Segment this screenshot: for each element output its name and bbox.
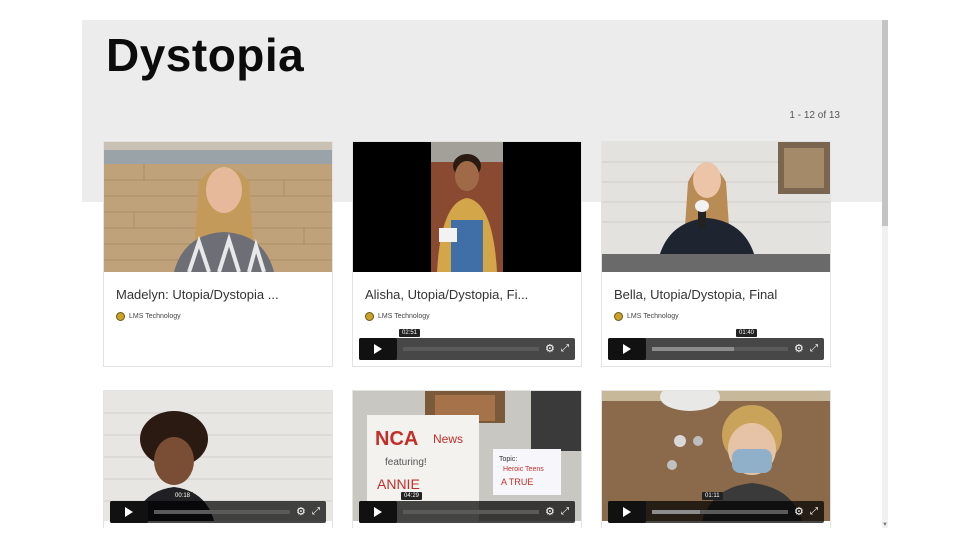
progress-bar[interactable] [403,510,539,514]
sign-right: Topic: Heroic Teens A TRUE [493,449,561,495]
pagination-count: 1 - 12 of 13 [789,110,840,121]
video-author[interactable]: LMS Technology [365,312,430,321]
video-duration: 02:51 [399,329,421,337]
play-icon [374,344,382,354]
play-icon [374,507,382,517]
play-button[interactable] [359,501,397,523]
progress-fill [652,510,700,514]
scroll-down-arrow-icon[interactable]: ▼ [882,522,888,528]
vertical-scrollbar[interactable] [882,20,888,528]
page-container: Dystopia 1 - 12 of 13 Madelyn: Utopia/Dy… [82,20,882,528]
progress-bar[interactable] [154,510,290,514]
author-avatar-icon [116,312,125,321]
video-title[interactable]: Bella, Utopia/Dystopia, Final [614,287,819,302]
expand-icon[interactable]: ⤢ [810,342,818,356]
play-button[interactable] [110,501,148,523]
video-author[interactable]: LMS Technology [614,312,679,321]
author-avatar-icon [365,312,374,321]
video-duration: 01:40 [736,329,758,337]
video-duration: 04:29 [401,492,423,500]
play-icon [623,507,631,517]
svg-text:News: News [433,432,463,446]
svg-text:NCA: NCA [375,428,418,450]
svg-text:Topic:: Topic: [499,456,517,463]
video-card-5[interactable]: NCA News featuring! ANNIE Topic: Heroic … [352,390,582,528]
video-player-controls: 04:29 ⚙ ⤢ [359,492,575,523]
play-icon [125,507,133,517]
expand-icon[interactable]: ⤢ [561,505,569,519]
progress-bar[interactable] [403,347,539,351]
gear-icon[interactable]: ⚙ [545,342,555,356]
video-card-1[interactable]: Madelyn: Utopia/Dystopia ... LMS Technol… [103,141,333,367]
progress-bar[interactable] [652,347,788,351]
video-player-controls: 00:18 ⚙ ⤢ [110,492,326,523]
expand-icon[interactable]: ⤢ [561,342,569,356]
svg-text:Heroic Teens: Heroic Teens [503,466,544,473]
author-name[interactable]: LMS Technology [129,313,181,320]
video-card-3[interactable]: 01:40 ⚙ ⤢ Bella, Utopia/Dystopia, Final … [601,141,831,367]
video-player-controls: 02:51 ⚙ ⤢ [359,329,575,360]
scrollbar-thumb[interactable] [882,20,888,226]
video-title[interactable]: Madelyn: Utopia/Dystopia ... [116,287,321,302]
video-thumbnail-3[interactable] [602,142,830,272]
page-title: Dystopia [106,29,305,81]
author-name[interactable]: LMS Technology [378,313,430,320]
video-player-controls: 01:11 ⚙ ⤢ [608,492,824,523]
video-card-4[interactable]: 00:18 ⚙ ⤢ [103,390,333,528]
video-thumbnail-1[interactable] [104,142,332,272]
progress-bar[interactable] [652,510,788,514]
video-thumbnail-2[interactable] [353,142,581,272]
gear-icon[interactable]: ⚙ [794,342,804,356]
play-button[interactable] [359,338,397,360]
video-duration: 01:11 [702,492,723,500]
gear-icon[interactable]: ⚙ [794,505,804,519]
play-icon [623,344,631,354]
svg-text:ANNIE: ANNIE [377,476,420,492]
expand-icon[interactable]: ⤢ [810,505,818,519]
video-card-2[interactable]: 02:51 ⚙ ⤢ Alisha, Utopia/Dystopia, Fi...… [352,141,582,367]
progress-fill [652,347,734,351]
video-duration: 00:18 [172,492,194,500]
svg-text:featuring!: featuring! [385,457,427,468]
video-title[interactable]: Alisha, Utopia/Dystopia, Fi... [365,287,570,302]
play-button[interactable] [608,501,646,523]
video-card-6[interactable]: 01:11 ⚙ ⤢ [601,390,831,528]
video-author[interactable]: LMS Technology [116,312,181,321]
author-name[interactable]: LMS Technology [627,313,679,320]
gear-icon[interactable]: ⚙ [545,505,555,519]
play-button[interactable] [608,338,646,360]
video-player-controls: 01:40 ⚙ ⤢ [608,329,824,360]
author-avatar-icon [614,312,623,321]
expand-icon[interactable]: ⤢ [312,505,320,519]
svg-text:A TRUE: A TRUE [501,477,533,487]
gear-icon[interactable]: ⚙ [296,505,306,519]
